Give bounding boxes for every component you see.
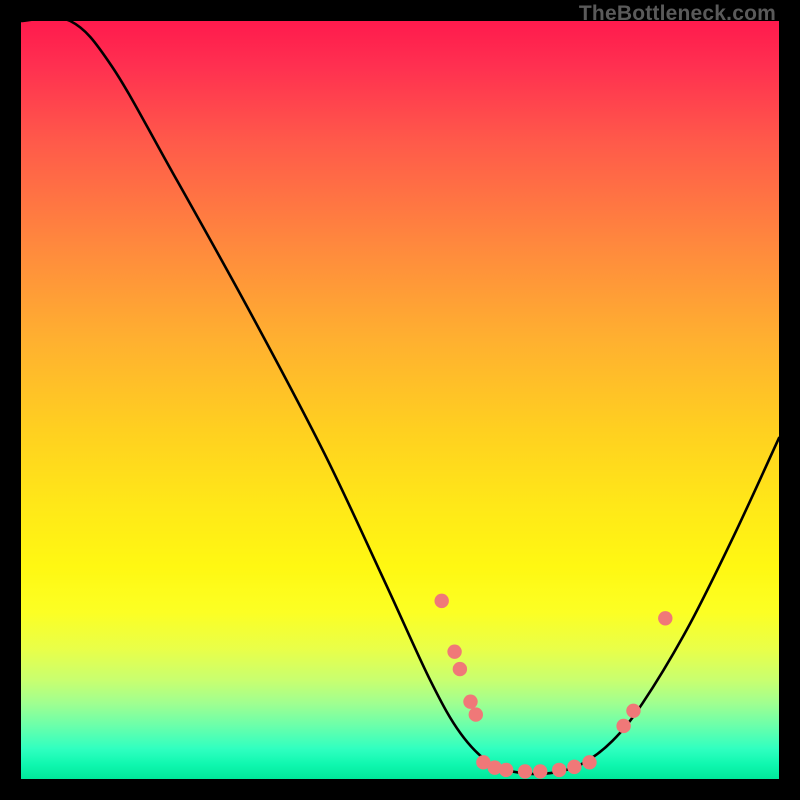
data-point xyxy=(499,763,513,777)
data-point xyxy=(552,763,566,777)
chart-svg xyxy=(21,21,779,779)
data-point xyxy=(658,611,672,625)
data-point xyxy=(453,662,467,676)
data-point xyxy=(582,755,596,769)
data-points-group xyxy=(434,594,672,779)
data-point xyxy=(626,704,640,718)
data-point xyxy=(434,594,448,608)
data-point xyxy=(518,764,532,778)
bottleneck-curve xyxy=(21,18,779,774)
chart-container: TheBottleneck.com xyxy=(0,0,800,800)
data-point xyxy=(616,719,630,733)
data-point xyxy=(533,764,547,778)
data-point xyxy=(469,707,483,721)
data-point xyxy=(463,694,477,708)
data-point xyxy=(447,644,461,658)
data-point xyxy=(567,760,581,774)
